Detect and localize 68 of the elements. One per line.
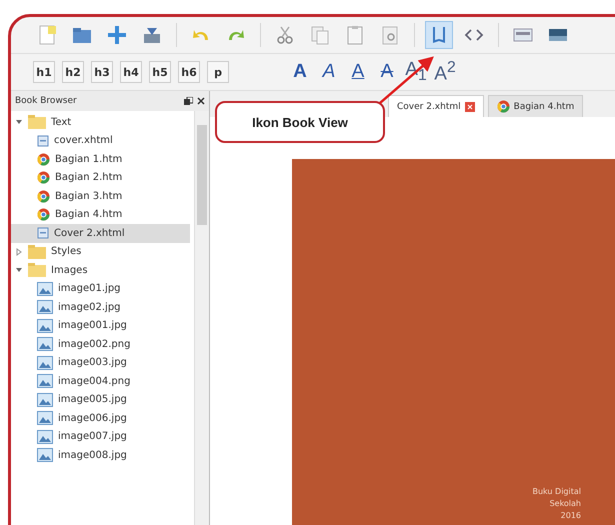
image-file-icon	[37, 448, 53, 462]
tree-item[interactable]: Images	[11, 261, 190, 280]
tree-item[interactable]: Cover 2.xhtml	[11, 224, 190, 242]
folder-icon	[28, 244, 46, 259]
editor-tab[interactable]: Bagian 4.htm	[488, 95, 584, 117]
tree-item[interactable]: Styles	[11, 242, 190, 261]
image-file-icon	[37, 430, 53, 444]
panel-title: Book Browser	[15, 96, 78, 106]
editor-tab[interactable]: Cover 2.xhtml	[388, 95, 484, 117]
text-style-button[interactable]: A	[376, 59, 398, 85]
document-icon	[37, 227, 49, 240]
tree-item[interactable]: Text	[11, 113, 190, 132]
collapsed-arrow-icon[interactable]	[15, 248, 23, 256]
image-file-icon	[37, 356, 53, 370]
folder-icon	[28, 115, 46, 130]
heading-button[interactable]: p	[207, 61, 229, 83]
text-style-button[interactable]: A	[347, 59, 369, 85]
scrollbar[interactable]	[194, 111, 209, 525]
tree-item[interactable]: image003.jpg	[11, 354, 190, 372]
float-icon[interactable]	[184, 96, 193, 106]
cover-text: Buku Digital	[532, 486, 581, 498]
image-file-icon	[37, 392, 53, 407]
book-toolbar-button[interactable]	[425, 21, 453, 49]
tree-item[interactable]: cover.xhtml	[11, 132, 190, 150]
tree-item[interactable]: Bagian 3.htm	[11, 187, 190, 206]
heading-button[interactable]: h2	[62, 61, 84, 83]
browser-globe-icon	[37, 208, 50, 222]
heading-button[interactable]: h3	[91, 61, 113, 83]
browser-globe-icon	[37, 190, 50, 203]
tree-item[interactable]: image006.jpg	[11, 409, 190, 428]
text-style-button[interactable]: A	[318, 59, 340, 85]
tree-item[interactable]: image005.jpg	[11, 390, 190, 409]
tree-item[interactable]: image004.png	[11, 372, 190, 390]
document-icon	[37, 134, 49, 147]
tree-item[interactable]: image007.jpg	[11, 428, 190, 446]
heading-button[interactable]: h4	[120, 61, 142, 83]
heading-button[interactable]: h6	[178, 61, 200, 83]
tree-item[interactable]: Bagian 1.htm	[11, 150, 190, 168]
close-icon[interactable]	[197, 97, 205, 105]
tree-item[interactable]: image008.jpg	[11, 446, 190, 464]
cover-text: 2016	[560, 510, 581, 522]
copy-icon	[309, 24, 331, 46]
cover-text: Sekolah	[550, 498, 581, 510]
image-file-icon	[37, 300, 53, 314]
tree-item[interactable]: image001.jpg	[11, 316, 190, 335]
expanded-arrow-icon[interactable]	[15, 118, 23, 126]
callout-label: Ikon Book View	[215, 101, 385, 143]
heading-button[interactable]: h5	[149, 61, 171, 83]
tree-item[interactable]: Bagian 4.htm	[11, 206, 190, 224]
image-file-icon	[37, 282, 53, 296]
tree-item[interactable]: Bagian 2.htm	[11, 168, 190, 187]
folder-icon	[28, 263, 46, 278]
browser-globe-icon	[496, 100, 510, 113]
image-file-icon	[37, 411, 53, 426]
pointer-arrow	[379, 56, 434, 104]
heading-button[interactable]: h1	[33, 61, 55, 83]
image-file-icon	[37, 318, 53, 333]
tree-item[interactable]: image01.jpg	[11, 280, 190, 298]
image-file-icon	[37, 374, 53, 388]
image-file-icon	[37, 337, 53, 352]
browser-globe-icon	[37, 171, 50, 184]
expanded-arrow-icon[interactable]	[15, 266, 23, 274]
tree-item[interactable]: image02.jpg	[11, 298, 190, 316]
text-style-button[interactable]: A$^{2}$	[434, 59, 456, 85]
browser-globe-icon	[37, 152, 50, 166]
tree-item[interactable]: image002.png	[11, 335, 190, 354]
plus-icon	[106, 24, 128, 46]
text-style-button[interactable]: A	[289, 59, 311, 85]
